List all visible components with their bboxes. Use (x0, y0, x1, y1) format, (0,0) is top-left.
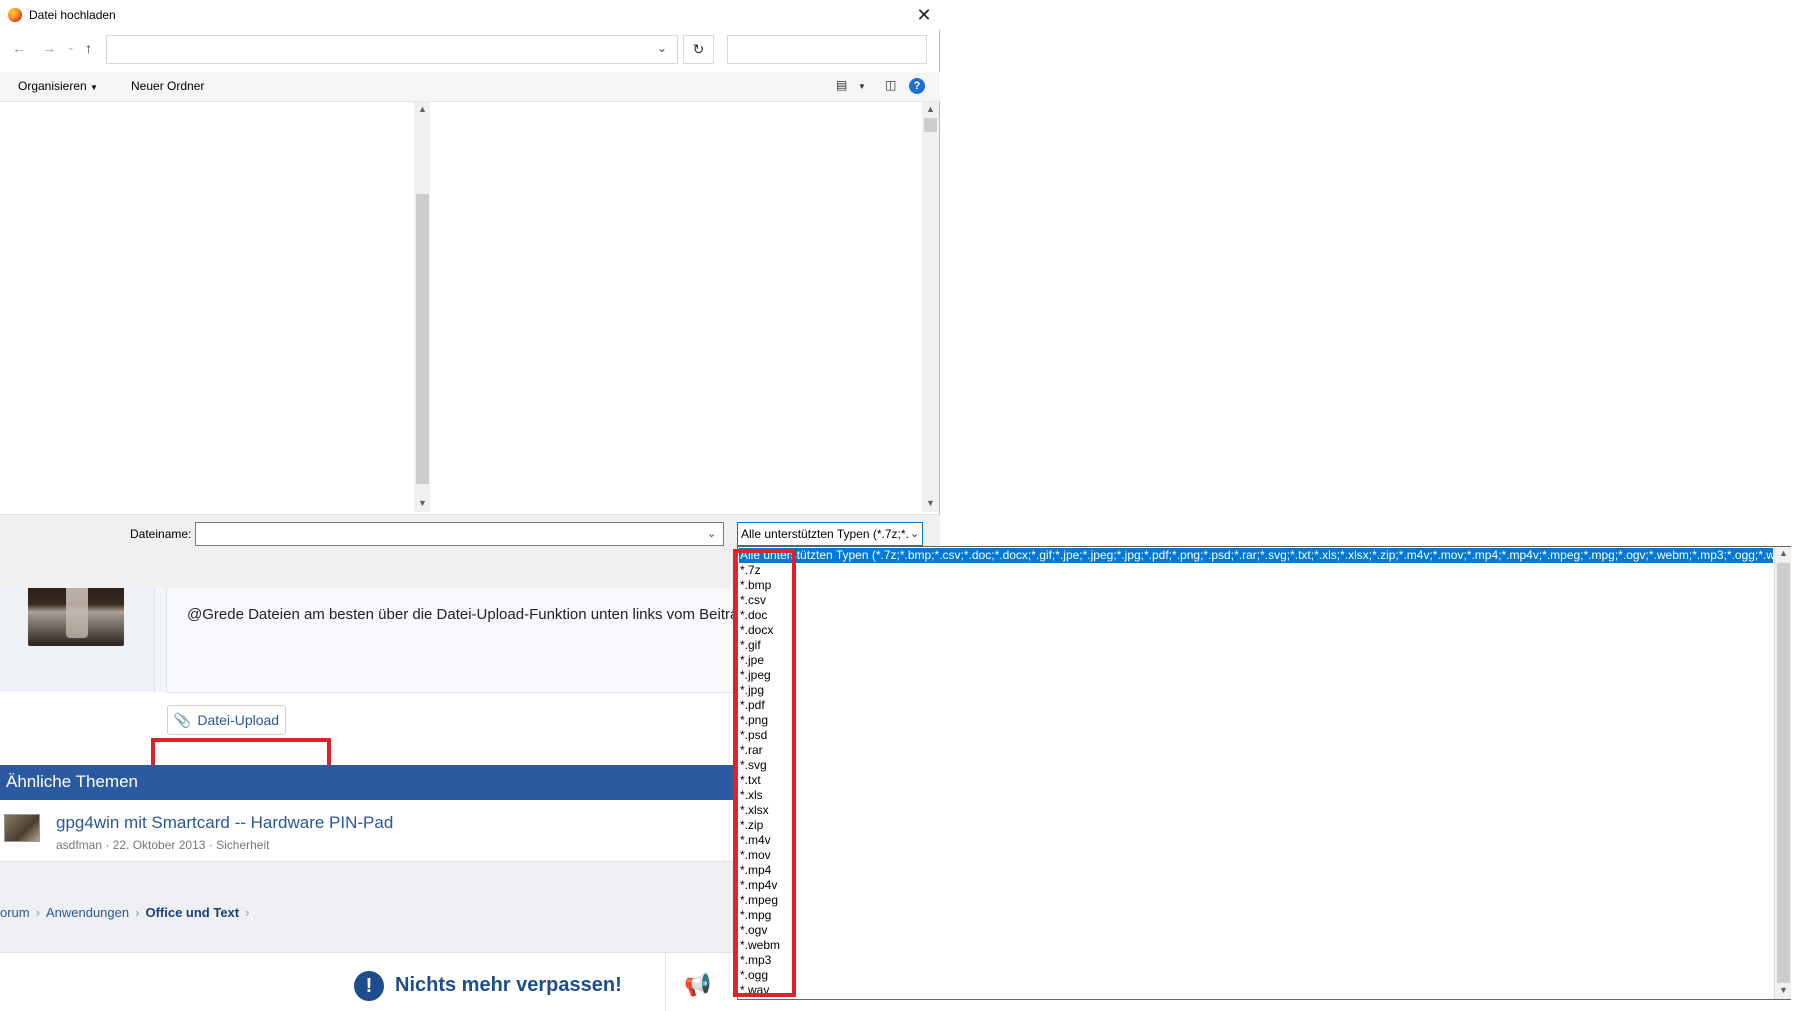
dropdown-triangle-icon: ▼ (90, 83, 98, 92)
similar-threads-header: Ähnliche Themen (0, 765, 760, 800)
scroll-up-icon[interactable]: ▲ (922, 104, 939, 114)
similar-thread-title[interactable]: gpg4win mit Smartcard -- Hardware PIN-Pa… (56, 813, 393, 833)
megaphone-icon: 📢 (684, 972, 712, 997)
view-options-icon[interactable]: ▤ (836, 78, 847, 92)
close-icon[interactable]: ✕ (912, 3, 936, 27)
view-dropdown-icon[interactable]: ▼ (858, 82, 866, 91)
filename-label: Dateiname: (130, 527, 192, 541)
scroll-down-icon[interactable]: ▼ (922, 498, 939, 508)
scroll-down-icon[interactable]: ▼ (414, 498, 431, 508)
thread-author[interactable]: asdfman (56, 838, 102, 852)
chevron-right-icon: › (245, 905, 250, 920)
organize-menu[interactable]: Organisieren ▼ (18, 79, 98, 93)
file-list-pane[interactable] (430, 102, 910, 512)
dropdown-scrollbar[interactable]: ▲ ▼ (1774, 547, 1791, 999)
upload-button-label: Datei-Upload (197, 712, 280, 728)
filename-input[interactable] (195, 522, 724, 546)
exclamation-icon: ! (354, 971, 384, 1001)
refresh-icon[interactable]: ↻ (683, 35, 714, 64)
chevron-right-icon: › (135, 905, 140, 920)
similar-thread-meta: asdfman · 22. Oktober 2013 · Sicherheit (56, 838, 270, 852)
organize-label: Organisieren (18, 79, 87, 93)
dropdown-scrollbar-thumb[interactable] (1777, 563, 1790, 983)
thread-date: 22. Oktober 2013 (112, 838, 206, 852)
file-list-scrollbar[interactable]: ▲ ▼ (922, 102, 939, 512)
file-list-scrollbar-thumb[interactable] (924, 118, 937, 132)
scroll-down-icon[interactable]: ▼ (1775, 985, 1792, 995)
dialog-titlebar (0, 0, 940, 30)
thread-forum[interactable]: Sicherheit (216, 838, 269, 852)
breadcrumb: orum › Anwendungen › Office und Text › (0, 905, 255, 920)
file-upload-dialog: Datei hochladen ✕ ← → ⌄ ↑ ⌄ ↻ Organisier… (0, 0, 940, 588)
navigation-pane[interactable] (0, 102, 414, 512)
highlight-dropdown-box (733, 549, 796, 997)
forward-arrow-icon[interactable]: → (42, 40, 56, 56)
filetype-dropdown-list[interactable]: Alle unterstützten Typen (*.7z;*.bmp;*.c… (737, 546, 1791, 1000)
chevron-right-icon: › (35, 905, 40, 920)
firefox-icon (8, 8, 22, 22)
dialog-title: Datei hochladen (29, 8, 116, 22)
breadcrumb-item[interactable]: orum (0, 905, 30, 920)
paperclip-icon: 📎 (173, 711, 192, 728)
recent-chevron-icon[interactable]: ⌄ (67, 42, 75, 53)
post-text: @Grede Dateien am besten über die Datei-… (187, 606, 737, 623)
divider (665, 952, 666, 1011)
breadcrumb-item[interactable]: Office und Text (145, 905, 239, 920)
back-arrow-icon[interactable]: ← (12, 40, 26, 56)
up-arrow-icon[interactable]: ↑ (85, 40, 92, 56)
chevron-down-icon[interactable]: ⌄ (657, 41, 667, 55)
scroll-up-icon[interactable]: ▲ (1775, 548, 1792, 558)
preview-pane-icon[interactable]: ◫ (885, 78, 896, 92)
chevron-down-icon[interactable]: ⌄ (707, 527, 716, 540)
nav-scrollbar-thumb[interactable] (416, 194, 429, 484)
nav-scrollbar[interactable]: ▲ ▼ (414, 102, 431, 512)
filetype-filter-select[interactable]: Alle unterstützten Typen (*.7z;*. (737, 522, 923, 546)
dropdown-option-selected[interactable]: Alle unterstützten Typen (*.7z;*.bmp;*.c… (739, 548, 1773, 563)
address-bar[interactable] (106, 35, 678, 64)
scroll-up-icon[interactable]: ▲ (414, 104, 431, 114)
notify-text[interactable]: Nichts mehr verpassen! (395, 974, 622, 997)
chevron-down-icon[interactable]: ⌄ (910, 527, 919, 540)
datei-upload-button[interactable]: 📎 Datei-Upload (167, 705, 286, 735)
help-icon[interactable]: ? (909, 78, 925, 94)
breadcrumb-item[interactable]: Anwendungen (46, 905, 129, 920)
search-input[interactable] (727, 35, 927, 64)
new-folder-button[interactable]: Neuer Ordner (131, 79, 204, 93)
thread-thumbnail (4, 814, 40, 842)
